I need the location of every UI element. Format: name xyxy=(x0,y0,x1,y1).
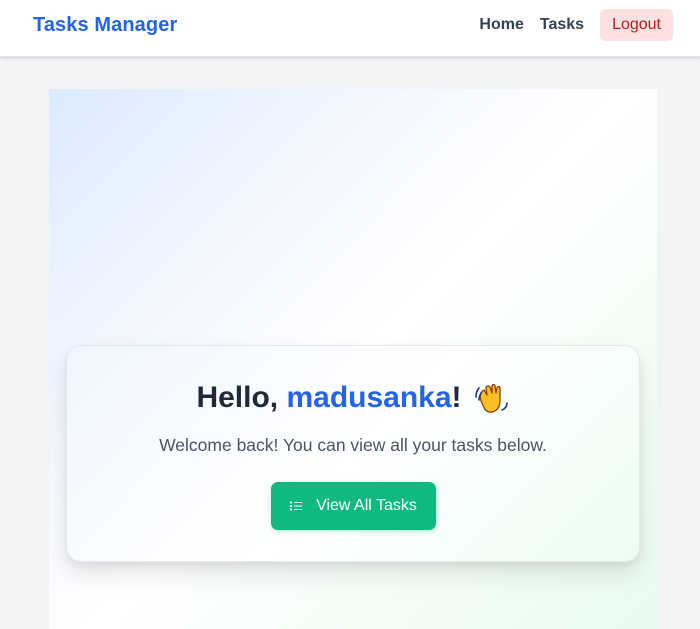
nav-link-tasks[interactable]: Tasks xyxy=(540,16,584,34)
welcome-subtitle: Welcome back! You can view all your task… xyxy=(159,435,547,455)
greeting-prefix: Hello, xyxy=(196,381,287,414)
logout-button[interactable]: Logout xyxy=(600,9,673,41)
top-navbar: Tasks Manager Home Tasks Logout xyxy=(0,0,700,57)
list-icon xyxy=(290,501,303,511)
greeting-heading: Hello, madusanka! xyxy=(67,379,639,417)
view-all-tasks-button[interactable]: View All Tasks xyxy=(271,482,436,530)
hero-section: Hello, madusanka! Welcome back! You can … xyxy=(49,89,657,629)
brand-logo-link[interactable]: Tasks Manager xyxy=(33,14,177,37)
nav-link-home[interactable]: Home xyxy=(479,16,523,34)
waving-hand-icon xyxy=(472,379,510,417)
greeting-suffix: ! xyxy=(451,381,462,414)
username: madusanka xyxy=(286,381,452,414)
welcome-card: Hello, madusanka! Welcome back! You can … xyxy=(66,345,640,562)
view-all-tasks-label: View All Tasks xyxy=(316,497,417,514)
nav-links: Home Tasks Logout xyxy=(463,9,673,41)
